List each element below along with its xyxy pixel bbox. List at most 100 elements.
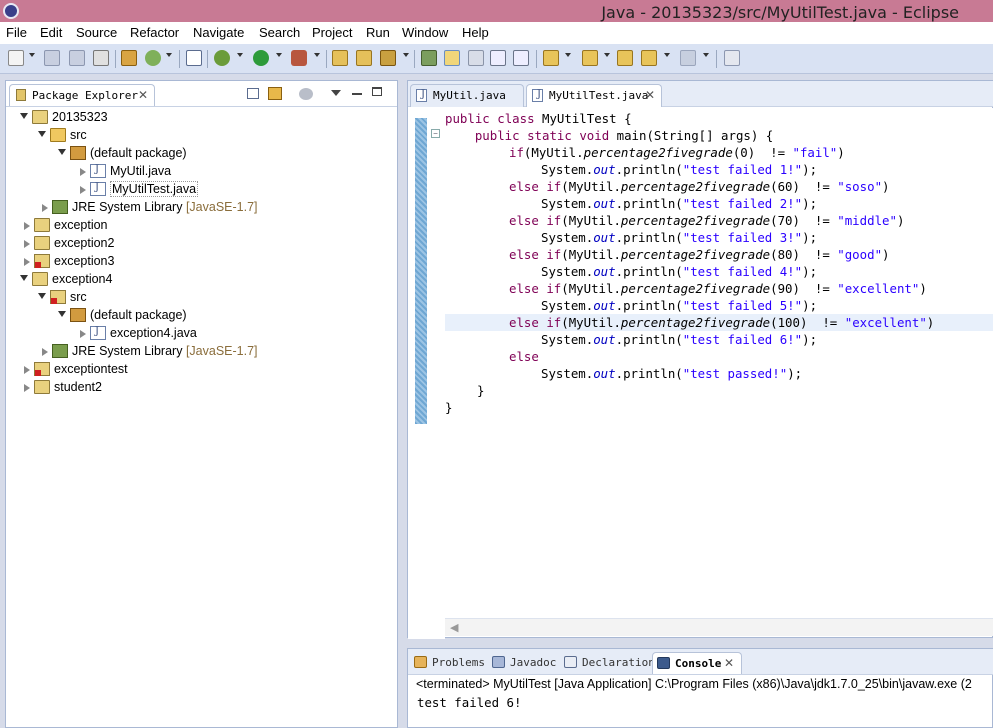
- toggle-block-selection-icon[interactable]: [490, 50, 506, 66]
- back-dropdown-icon[interactable]: [664, 53, 670, 57]
- collapsed-arrow-icon[interactable]: [42, 204, 48, 212]
- forward-icon[interactable]: [680, 50, 696, 66]
- overview-ruler[interactable]: [415, 108, 427, 639]
- print-icon[interactable]: [93, 50, 109, 66]
- open-type-icon[interactable]: [421, 50, 437, 66]
- code-token: );: [802, 230, 818, 245]
- code-token: );: [802, 298, 818, 313]
- save-all-icon[interactable]: [69, 50, 85, 66]
- next-annotation-dropdown-icon[interactable]: [565, 53, 571, 57]
- pin-editor-icon[interactable]: [724, 50, 740, 66]
- view-sash[interactable]: [398, 74, 407, 728]
- new-class-icon[interactable]: [380, 50, 396, 66]
- maximize-icon[interactable]: [372, 87, 382, 96]
- java-project-icon: [34, 218, 50, 232]
- collapsed-arrow-icon[interactable]: [80, 330, 86, 338]
- menu-file[interactable]: File: [6, 25, 27, 40]
- debug-dropdown-icon[interactable]: [237, 53, 243, 57]
- previous-annotation-icon[interactable]: [582, 50, 598, 66]
- expanded-arrow-icon[interactable]: [38, 131, 46, 137]
- expanded-arrow-icon[interactable]: [38, 293, 46, 299]
- menu-source[interactable]: Source: [76, 25, 117, 40]
- debug-icon[interactable]: [214, 50, 230, 66]
- tab-myutil-java[interactable]: MyUtil.java: [410, 84, 524, 107]
- code-line: System.out.println("test failed 4!");: [445, 263, 993, 280]
- collapsed-arrow-icon[interactable]: [42, 348, 48, 356]
- project-error-icon: [34, 254, 50, 268]
- collapse-all-icon[interactable]: [247, 88, 259, 99]
- last-edit-icon[interactable]: [617, 50, 633, 66]
- source-folder-icon: [50, 128, 66, 142]
- tab-label: Package Explorer: [32, 89, 138, 102]
- collapsed-arrow-icon[interactable]: [24, 366, 30, 374]
- string-literal: "middle": [837, 213, 897, 228]
- collapsed-arrow-icon[interactable]: [80, 186, 86, 194]
- code-text-area[interactable]: public class MyUtilTest { public static …: [445, 108, 993, 618]
- menu-navigate[interactable]: Navigate: [193, 25, 244, 40]
- next-annotation-icon[interactable]: [543, 50, 559, 66]
- view-menu-icon[interactable]: [331, 90, 341, 96]
- tab-declaration[interactable]: Declaration: [560, 652, 655, 674]
- menu-edit[interactable]: Edit: [40, 25, 62, 40]
- new-icon[interactable]: [8, 50, 24, 66]
- expanded-arrow-icon[interactable]: [20, 275, 28, 281]
- refresh-dropdown-icon[interactable]: [166, 53, 172, 57]
- menu-run[interactable]: Run: [366, 25, 390, 40]
- refresh-icon[interactable]: [145, 50, 161, 66]
- save-icon[interactable]: [44, 50, 60, 66]
- tree-item-label: exceptiontest: [54, 362, 128, 376]
- new-class-dropdown-icon[interactable]: [403, 53, 409, 57]
- library-icon: [52, 200, 68, 214]
- keyword: if: [546, 247, 562, 262]
- external-tools-dropdown-icon[interactable]: [314, 53, 320, 57]
- menu-help[interactable]: Help: [462, 25, 489, 40]
- java-file-icon: [416, 89, 427, 102]
- new-package-icon[interactable]: [356, 50, 372, 66]
- run-icon[interactable]: [253, 50, 269, 66]
- tab-console[interactable]: Console ✕: [652, 652, 742, 674]
- expanded-arrow-icon[interactable]: [20, 113, 28, 119]
- new-java-project-icon[interactable]: [332, 50, 348, 66]
- run-dropdown-icon[interactable]: [276, 53, 282, 57]
- external-tools-icon[interactable]: [291, 50, 307, 66]
- tab-myutiltest-java[interactable]: MyUtilTest.java ✕: [526, 84, 662, 107]
- scroll-left-icon[interactable]: ◀: [450, 621, 458, 634]
- build-icon[interactable]: [121, 50, 137, 66]
- editor-area: MyUtil.java MyUtilTest.java ✕ − public c…: [407, 80, 993, 639]
- collapse-fold-icon[interactable]: −: [431, 129, 440, 138]
- collapsed-arrow-icon[interactable]: [24, 258, 30, 266]
- link-with-editor-icon[interactable]: [268, 87, 282, 100]
- new-dropdown-icon[interactable]: [29, 53, 35, 57]
- forward-dropdown-icon[interactable]: [703, 53, 709, 57]
- minimize-icon[interactable]: [352, 93, 362, 95]
- code-token: .println(: [615, 196, 683, 211]
- collapsed-arrow-icon[interactable]: [80, 168, 86, 176]
- tab-problems[interactable]: Problems: [410, 652, 486, 674]
- show-whitespace-icon[interactable]: [513, 50, 529, 66]
- tab-package-explorer[interactable]: Package Explorer ✕: [9, 84, 155, 106]
- collapsed-arrow-icon[interactable]: [24, 240, 30, 248]
- collapsed-arrow-icon[interactable]: [24, 384, 30, 392]
- previous-annotation-dropdown-icon[interactable]: [604, 53, 610, 57]
- tab-javadoc[interactable]: Javadoc: [488, 652, 558, 674]
- console-output[interactable]: test failed 6!: [417, 695, 521, 710]
- expanded-arrow-icon[interactable]: [58, 149, 66, 155]
- close-icon[interactable]: ✕: [645, 88, 655, 102]
- skip-breakpoints-icon[interactable]: [186, 50, 202, 66]
- close-icon[interactable]: ✕: [138, 88, 148, 102]
- close-icon[interactable]: ✕: [724, 656, 734, 670]
- menu-search[interactable]: Search: [259, 25, 300, 40]
- menu-refactor[interactable]: Refactor: [130, 25, 179, 40]
- java-file-icon: [532, 89, 543, 102]
- horizontal-scrollbar[interactable]: ◀: [445, 618, 993, 636]
- back-icon[interactable]: [641, 50, 657, 66]
- search-icon[interactable]: [468, 50, 484, 66]
- expanded-arrow-icon[interactable]: [58, 311, 66, 317]
- code-token: System.: [541, 298, 594, 313]
- collapsed-arrow-icon[interactable]: [24, 222, 30, 230]
- menu-window[interactable]: Window: [402, 25, 448, 40]
- focus-task-icon[interactable]: [299, 88, 313, 100]
- menu-project[interactable]: Project: [312, 25, 352, 40]
- mark-occurrences-icon[interactable]: [444, 50, 460, 66]
